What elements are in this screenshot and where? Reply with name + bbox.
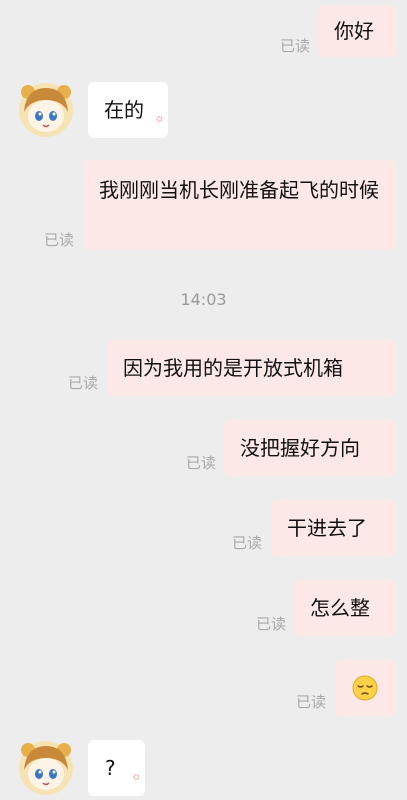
message-bubble-received[interactable]: 在的 ✿ [88, 82, 168, 138]
message-bubble-sent[interactable]: 没把握好方向 [224, 420, 396, 476]
message-bubble-sent[interactable]: 因为我用的是开放式机箱 [107, 340, 396, 396]
message-bubble-sent[interactable]: 干进去了 [271, 500, 396, 556]
message-bubble-sent[interactable]: 我刚刚当机长刚准备起飞的时候 [83, 160, 396, 250]
message-text: 我刚刚当机长刚准备起飞的时候 [99, 178, 379, 202]
message-text: 怎么整 [310, 596, 370, 620]
chat-area[interactable]: 已读 你好 在的 ✿ 已读 我刚刚当机长刚准备起飞的时候 14:03 已读 因为… [0, 0, 407, 800]
read-status: 已读 [256, 615, 287, 633]
message-text: 没把握好方向 [240, 436, 360, 460]
message-text: 干进去了 [287, 516, 367, 540]
read-status: 已读 [68, 374, 99, 392]
message-bubble-sent[interactable] [335, 660, 396, 716]
pensive-face-icon [352, 675, 378, 701]
message-text: 你好 [334, 19, 374, 43]
read-status: 已读 [232, 534, 263, 552]
read-status: 已读 [186, 454, 217, 472]
message-bubble-sent[interactable]: 你好 [318, 5, 396, 57]
message-bubble-received[interactable]: ? ✿ [88, 740, 145, 796]
avatar[interactable] [18, 82, 74, 138]
message-text: 因为我用的是开放式机箱 [123, 356, 343, 380]
message-bubble-sent[interactable]: 怎么整 [294, 580, 396, 636]
read-status: 已读 [44, 231, 75, 249]
avatar[interactable] [18, 740, 74, 796]
contact-avatar-icon [19, 83, 73, 137]
contact-avatar-icon [19, 741, 73, 795]
read-status: 已读 [296, 693, 327, 711]
read-status: 已读 [280, 37, 311, 55]
timestamp: 14:03 [180, 290, 227, 309]
